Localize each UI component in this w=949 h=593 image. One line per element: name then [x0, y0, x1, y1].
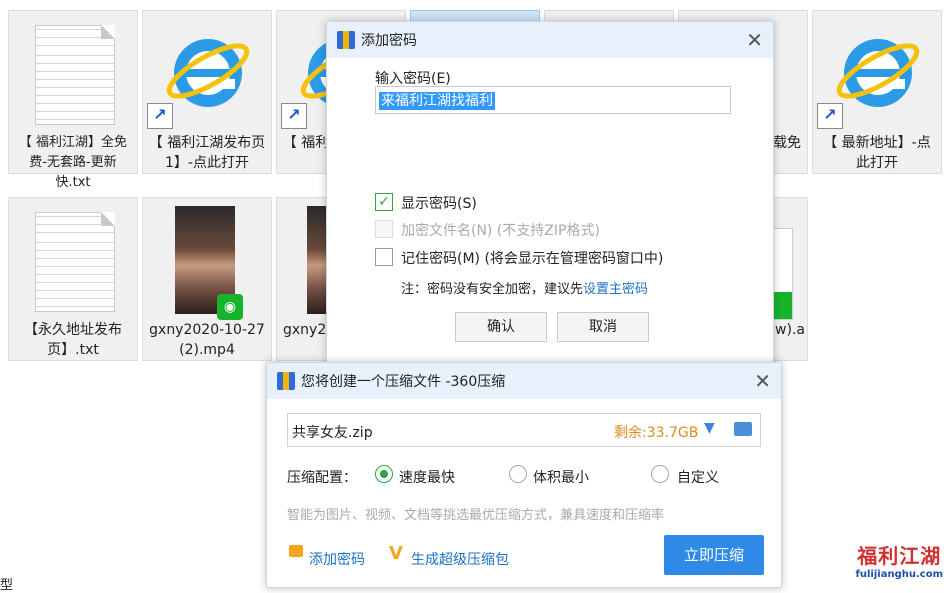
cancel-button[interactable]: 取消 [557, 312, 649, 342]
green-file-icon [773, 228, 793, 320]
internet-explorer-icon [166, 39, 250, 107]
note-text: 注：密码没有安全加密，建议先 [401, 282, 584, 297]
file-name: 【 最新地址】-点此打开 [823, 135, 931, 171]
text-file-icon [35, 25, 115, 125]
file-tile[interactable]: 【 福利江湖】全免费-无套路-更新快.txt [8, 10, 138, 190]
compression-config-label: 压缩配置： [287, 470, 357, 486]
confirm-button[interactable]: 确认 [455, 312, 547, 342]
password-value: 来福利江湖找福利 [379, 92, 495, 110]
file-name: 【 福利江湖发布页1】-点此打开 [148, 135, 266, 171]
watermark: 福利江湖 fulijianghu.com [856, 540, 943, 580]
compression-hint: 智能为图片、视频、文档等挑选最优压缩方式，兼具速度和压缩率 [287, 508, 665, 523]
archive-filename: 共享女友.zip [292, 425, 373, 441]
add-password-link[interactable]: 添加密码 [309, 549, 365, 569]
dialog-title-bar: 添加密码 [327, 22, 773, 58]
file-tile[interactable]: ↗ 【 福利江湖发布页1】-点此打开 [142, 10, 272, 174]
password-label: 输入密码(E) [375, 71, 451, 87]
file-name: 【永久地址发布页】.txt [24, 322, 122, 358]
file-name: w).a [775, 322, 805, 338]
add-password-dialog: 添加密码 ✕ 输入密码(E) 来福利江湖找福利 ✓ 显示密码(S) 加密文件名(… [326, 21, 774, 363]
file-name: 【 福利江湖】全免费-无套路-更新快.txt [18, 135, 128, 190]
text-file-icon [35, 212, 115, 312]
smallest-size-radio[interactable] [509, 465, 527, 483]
super-package-icon: V [389, 543, 403, 564]
archive-name-field[interactable]: 共享女友.zip 剩余:33.7GB ▼ [287, 413, 761, 447]
dialog-title-bar: 您将创建一个压缩文件 -360压缩 [267, 363, 781, 399]
speed-fastest-radio[interactable] [375, 465, 393, 483]
show-password-checkbox[interactable]: ✓ [375, 193, 393, 211]
folder-icon[interactable] [734, 422, 752, 436]
chevron-down-icon[interactable]: ▼ [704, 420, 715, 436]
compress-now-button[interactable]: 立即压缩 [664, 535, 764, 575]
360zip-app-icon [337, 31, 355, 49]
file-tile[interactable]: ◉ gxny2020-10-27 (2).mp4 [142, 197, 272, 361]
bottom-left-text: 型 [0, 578, 14, 593]
shortcut-arrow-icon: ↗ [147, 103, 173, 129]
file-tile[interactable]: ↗ 【 最新地址】-点此打开 [812, 10, 942, 174]
set-master-password-link[interactable]: 设置主密码 [583, 282, 648, 297]
watermark-title: 福利江湖 [857, 544, 942, 568]
custom-label: 自定义 [677, 470, 719, 486]
encrypt-filenames-label: 加密文件名(N) (不支持ZIP格式) [401, 223, 600, 239]
create-archive-dialog: 您将创建一个压缩文件 -360压缩 ✕ 共享女友.zip 剩余:33.7GB ▼… [266, 362, 782, 588]
internet-explorer-icon [836, 39, 920, 107]
shortcut-arrow-icon: ↗ [817, 103, 843, 129]
dialog-title: 您将创建一个压缩文件 -360压缩 [301, 374, 506, 390]
free-space: 剩余:33.7GB [614, 425, 699, 441]
smallest-size-label: 体积最小 [533, 470, 589, 486]
shortcut-arrow-icon: ↗ [281, 103, 307, 129]
wifi-badge-icon: ◉ [217, 294, 243, 320]
file-name: gxny2020-10-27 (2).mp4 [149, 322, 265, 358]
password-input[interactable]: 来福利江湖找福利 [375, 86, 731, 114]
custom-radio[interactable] [651, 465, 669, 483]
dialog-title: 添加密码 [361, 33, 417, 49]
file-tile[interactable]: 【永久地址发布页】.txt [8, 197, 138, 361]
encrypt-filenames-checkbox[interactable] [375, 220, 393, 238]
security-note: 注：密码没有安全加密，建议先设置主密码 [401, 278, 648, 297]
360zip-app-icon [277, 372, 295, 390]
close-icon[interactable]: ✕ [746, 28, 763, 52]
lock-icon [289, 545, 303, 557]
show-password-label: 显示密码(S) [401, 196, 477, 212]
speed-fastest-label: 速度最快 [399, 470, 455, 486]
watermark-domain: fulijianghu.com [855, 569, 943, 580]
super-package-link[interactable]: 生成超级压缩包 [411, 549, 509, 569]
close-icon[interactable]: ✕ [754, 369, 771, 393]
remember-password-checkbox[interactable] [375, 248, 393, 266]
remember-password-label: 记住密码(M) (将会显示在管理密码窗口中) [401, 251, 664, 267]
